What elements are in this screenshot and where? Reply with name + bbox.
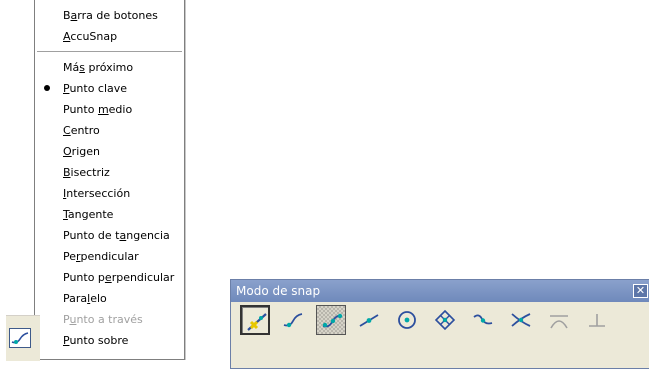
menu-item-accusnap[interactable]: AccuSnap xyxy=(35,26,184,47)
menu-item-intersection[interactable]: Intersección xyxy=(35,183,184,204)
intersection-snap-icon xyxy=(511,313,531,327)
toolbar-title-bar[interactable]: Modo de snap xyxy=(231,280,649,302)
menu-item-point-on[interactable]: Punto sobre xyxy=(35,330,184,351)
partial-toolbar xyxy=(6,315,40,361)
menu-item-tangent[interactable]: Tangente xyxy=(35,204,184,225)
menu-item-center[interactable]: Centro xyxy=(35,120,184,141)
snap-button-nearest[interactable] xyxy=(278,305,308,335)
nearest-snap-button[interactable] xyxy=(9,328,31,348)
snap-context-menu: Barra de botones AccuSnap Más próximo Pu… xyxy=(34,0,185,360)
snap-button-perpendicular[interactable] xyxy=(582,305,612,335)
center-snap-icon xyxy=(398,311,416,329)
radio-bullet-icon xyxy=(44,85,50,91)
nearest-snap-icon xyxy=(283,313,303,328)
menu-item-tangent-point[interactable]: Punto de tangencia xyxy=(35,225,184,246)
menu-item-midpoint[interactable]: Punto medio xyxy=(35,99,184,120)
snap-mode-toolbar: Modo de snap ✕ xyxy=(230,279,649,369)
menu-item-through-point: Punto a través xyxy=(63,313,143,326)
snap-button-keypoint-override[interactable] xyxy=(240,305,270,335)
snap-button-bisector[interactable] xyxy=(468,305,498,335)
snap-button-midpoint[interactable] xyxy=(354,305,384,335)
snap-button-row xyxy=(240,305,649,335)
menu-item-keypoint[interactable]: Punto clave xyxy=(35,78,184,99)
menu-separator xyxy=(37,51,182,53)
menu-item-perpendicular-point[interactable]: Punto perpendicular xyxy=(35,267,184,288)
menu-item-nearest[interactable]: Más próximo xyxy=(35,57,184,78)
tangent-snap-icon xyxy=(550,315,568,329)
snap-button-tangent[interactable] xyxy=(544,305,574,335)
nearest-snap-icon xyxy=(11,332,29,344)
perpendicular-snap-icon xyxy=(589,314,605,327)
menu-item-origin[interactable]: Origen xyxy=(35,141,184,162)
bisector-snap-icon xyxy=(473,314,493,325)
snap-button-keypoint[interactable] xyxy=(316,305,346,335)
snap-button-center[interactable] xyxy=(392,305,422,335)
snap-button-origin[interactable] xyxy=(430,305,460,335)
keypoint-snap-icon xyxy=(322,313,343,328)
menu-item-perpendicular[interactable]: Perpendicular xyxy=(35,246,184,267)
midpoint-snap-icon xyxy=(359,314,379,327)
snap-button-intersection[interactable] xyxy=(506,305,536,335)
menu-item-bisector[interactable]: Bisectriz xyxy=(35,162,184,183)
origin-snap-icon xyxy=(434,309,456,331)
close-button[interactable]: ✕ xyxy=(633,284,648,298)
close-icon: ✕ xyxy=(635,284,646,297)
menu-item-parallel[interactable]: Paralelo xyxy=(35,288,184,309)
toolbar-title: Modo de snap xyxy=(236,284,321,298)
menu-item-button-bar[interactable]: Barra de botones xyxy=(35,5,184,26)
keypoint-snap-override-icon xyxy=(247,313,267,331)
